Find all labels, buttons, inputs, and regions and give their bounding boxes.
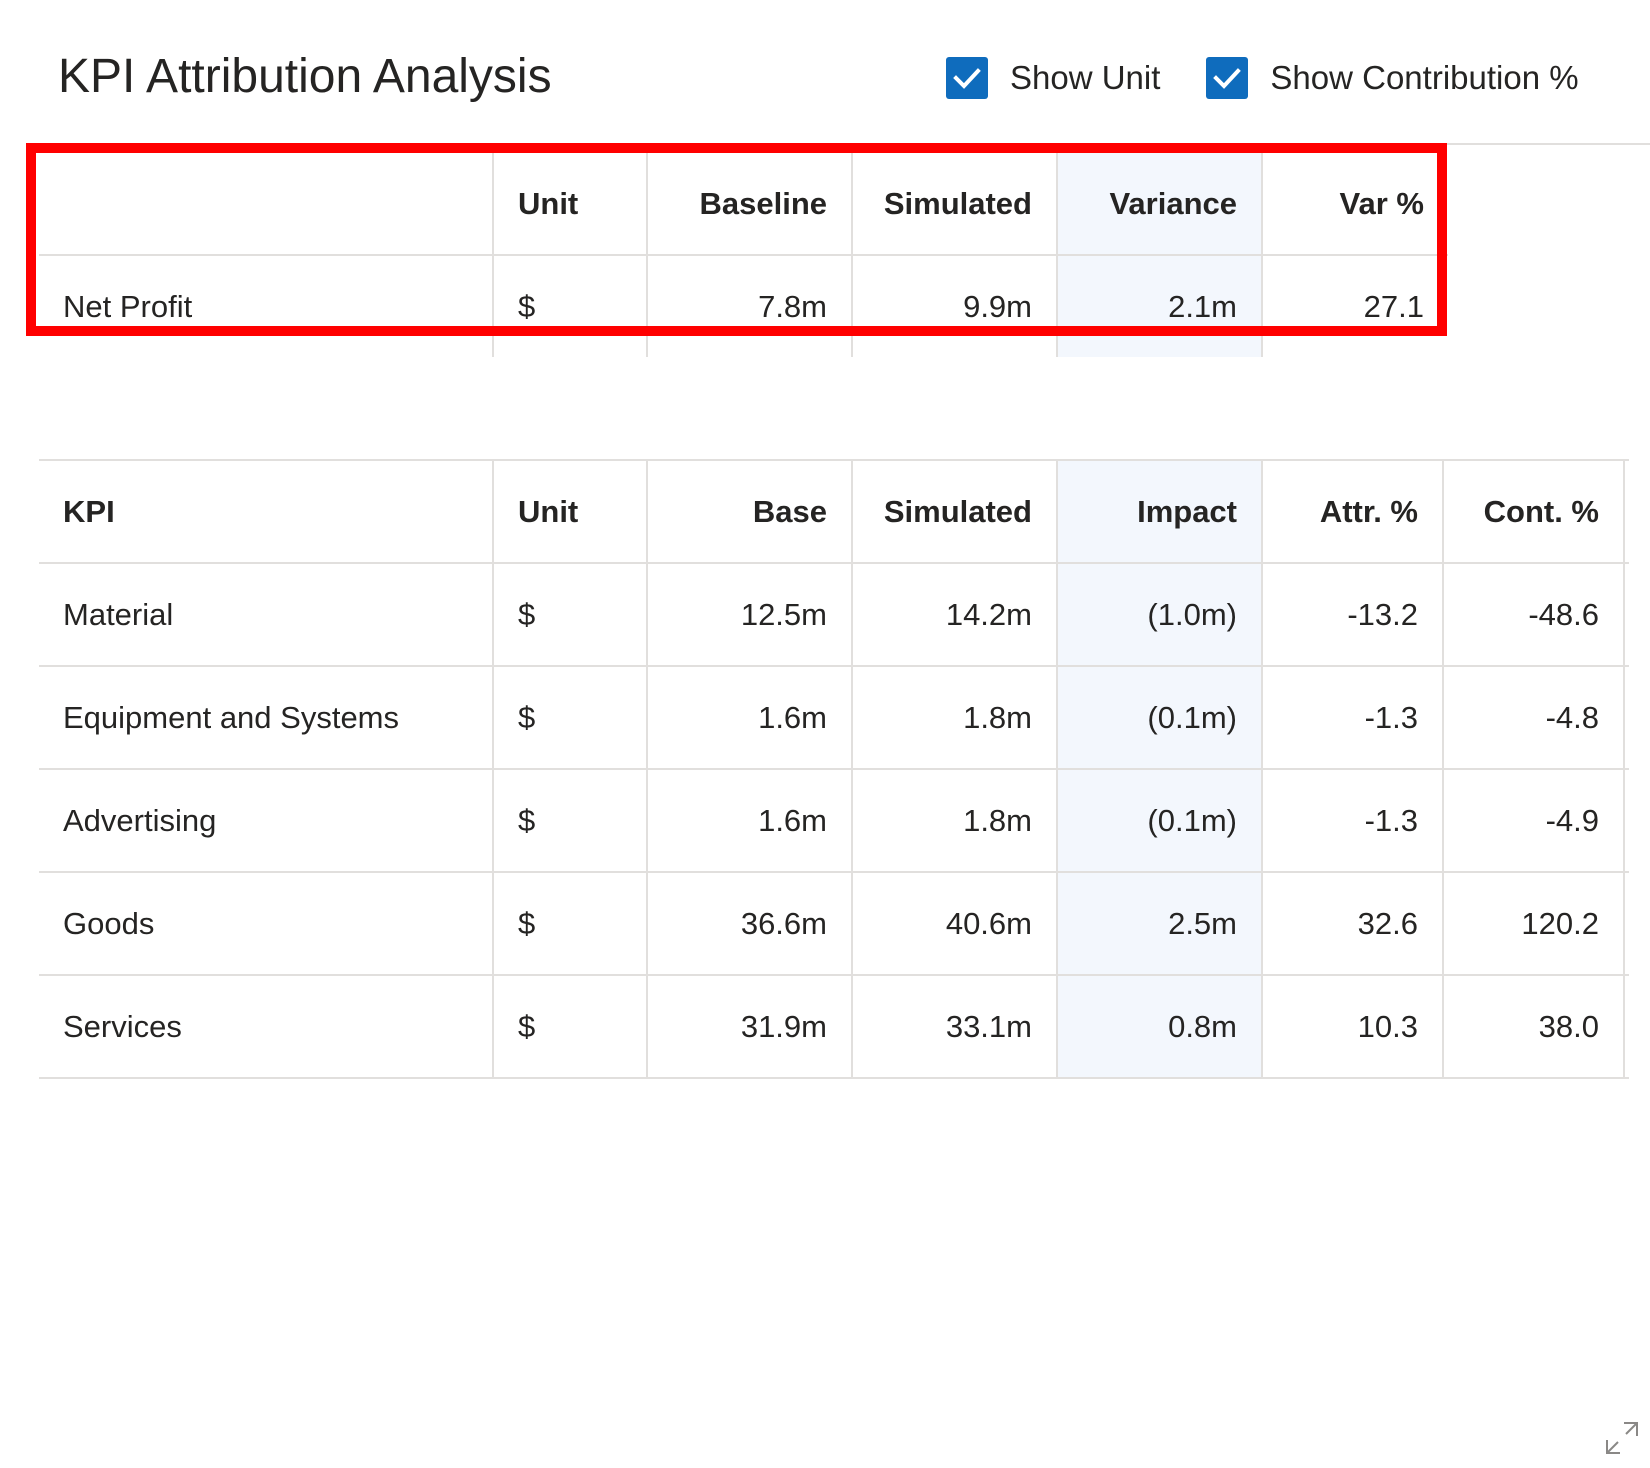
table-row[interactable]: Goods $ 36.6m 40.6m 2.5m 32.6 120.2 — [39, 872, 1629, 975]
check-icon — [1213, 68, 1242, 89]
detail-header-simulated[interactable]: Simulated — [851, 460, 1057, 563]
summary-header-var-pct[interactable]: Var % — [1261, 153, 1448, 255]
toggle-group: Show Unit Show Contribution % — [946, 56, 1579, 100]
cont-pct-cell: 120.2 — [1442, 872, 1624, 975]
base-cell: 12.5m — [646, 563, 852, 666]
show-contribution-toggle[interactable]: Show Contribution % — [1206, 57, 1579, 99]
base-cell: 31.9m — [646, 975, 852, 1078]
simulated-cell: 33.1m — [851, 975, 1057, 1078]
unit-cell: $ — [492, 975, 647, 1078]
simulated-cell: 1.8m — [851, 769, 1057, 872]
detail-header-unit[interactable]: Unit — [492, 460, 647, 563]
unit-cell: $ — [492, 666, 647, 769]
attr-pct-cell: 32.6 — [1261, 872, 1443, 975]
summary-header-unit[interactable]: Unit — [492, 153, 647, 255]
summary-header-variance[interactable]: Variance — [1056, 153, 1262, 255]
summary-header-simulated[interactable]: Simulated — [851, 153, 1057, 255]
summary-simulated-cell: 9.9m — [851, 255, 1057, 357]
impact-cell: (0.1m) — [1056, 666, 1262, 769]
summary-header-row: Unit Baseline Simulated Variance Var % — [39, 153, 1448, 255]
summary-header-label[interactable] — [39, 153, 493, 255]
detail-header-base[interactable]: Base — [646, 460, 852, 563]
base-cell: 1.6m — [646, 666, 852, 769]
show-contribution-checkbox[interactable] — [1206, 57, 1249, 99]
table-row[interactable]: Material $ 12.5m 14.2m (1.0m) -13.2 -48.… — [39, 563, 1629, 666]
summary-var-pct-cell: 27.1 — [1261, 255, 1448, 357]
check-icon — [953, 68, 981, 89]
detail-header-row: KPI Unit Base Simulated Impact Attr. % C… — [39, 460, 1629, 563]
row-spacer — [1623, 666, 1629, 769]
simulated-cell: 14.2m — [851, 563, 1057, 666]
show-unit-checkbox[interactable] — [946, 57, 988, 99]
cont-pct-cell: 38.0 — [1442, 975, 1624, 1078]
table-row[interactable]: Services $ 31.9m 33.1m 0.8m 10.3 38.0 — [39, 975, 1629, 1078]
header-divider — [1440, 143, 1650, 145]
cont-pct-cell: -48.6 — [1442, 563, 1624, 666]
summary-label-cell: Net Profit — [63, 288, 193, 324]
detail-header-cont-pct[interactable]: Cont. % — [1442, 460, 1624, 563]
show-unit-label: Show Unit — [1010, 59, 1161, 96]
table-row[interactable]: Advertising $ 1.6m 1.8m (0.1m) -1.3 -4.9 — [39, 769, 1629, 872]
base-cell: 36.6m — [646, 872, 852, 975]
row-spacer — [1623, 872, 1629, 975]
impact-cell: (1.0m) — [1056, 563, 1262, 666]
show-unit-toggle[interactable]: Show Unit — [946, 57, 1160, 99]
unit-cell: $ — [492, 872, 647, 975]
simulated-cell: 40.6m — [851, 872, 1057, 975]
attr-pct-cell: -1.3 — [1261, 666, 1443, 769]
impact-cell: 2.5m — [1056, 872, 1262, 975]
row-spacer — [1623, 769, 1629, 872]
table-row[interactable]: Equipment and Systems $ 1.6m 1.8m (0.1m)… — [39, 666, 1629, 769]
kpi-cell: Services — [63, 1008, 182, 1044]
detail-header-impact[interactable]: Impact — [1056, 460, 1262, 563]
show-contribution-label: Show Contribution % — [1270, 59, 1579, 96]
attr-pct-cell: 10.3 — [1261, 975, 1443, 1078]
kpi-cell: Goods — [63, 905, 155, 941]
summary-row-net-profit[interactable]: Net Profit $ 7.8m 9.9m 2.1m 27.1 — [39, 255, 1448, 357]
detail-header-attr-pct[interactable]: Attr. % — [1261, 460, 1443, 563]
summary-variance-cell: 2.1m — [1056, 255, 1262, 357]
expand-icon[interactable] — [1604, 1420, 1640, 1456]
attr-pct-cell: -13.2 — [1261, 563, 1443, 666]
impact-cell: (0.1m) — [1056, 769, 1262, 872]
base-cell: 1.6m — [646, 769, 852, 872]
kpi-cell: Material — [63, 596, 174, 632]
impact-cell: 0.8m — [1056, 975, 1262, 1078]
simulated-cell: 1.8m — [851, 666, 1057, 769]
kpi-cell: Equipment and Systems — [63, 699, 400, 735]
unit-cell: $ — [492, 769, 647, 872]
row-spacer — [1623, 975, 1629, 1078]
attr-pct-cell: -1.3 — [1261, 769, 1443, 872]
summary-baseline-cell: 7.8m — [646, 255, 852, 357]
detail-table: KPI Unit Base Simulated Impact Attr. % C… — [39, 459, 1629, 1079]
unit-cell: $ — [492, 563, 647, 666]
visual-title: KPI Attribution Analysis — [58, 50, 552, 103]
row-spacer — [1623, 563, 1629, 666]
summary-header-baseline[interactable]: Baseline — [646, 153, 852, 255]
summary-unit-cell: $ — [492, 255, 647, 357]
detail-header-spacer — [1623, 460, 1629, 563]
detail-header-kpi[interactable]: KPI — [39, 460, 493, 563]
cont-pct-cell: -4.9 — [1442, 769, 1624, 872]
summary-table: Unit Baseline Simulated Variance Var % N… — [39, 153, 1448, 357]
kpi-cell: Advertising — [63, 802, 217, 838]
cont-pct-cell: -4.8 — [1442, 666, 1624, 769]
